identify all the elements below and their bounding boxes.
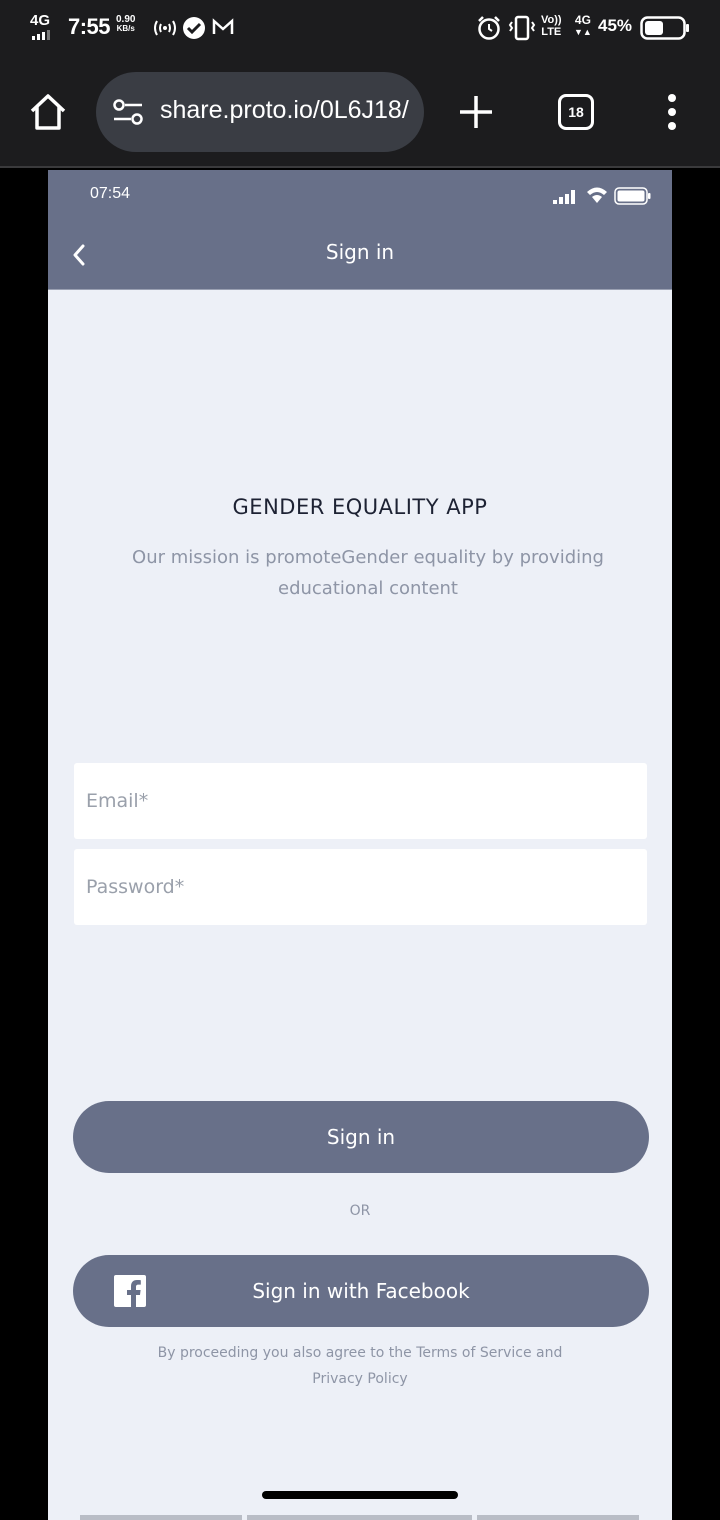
- phone-status-time: 07:54: [90, 185, 131, 202]
- home-icon[interactable]: [28, 92, 68, 132]
- data-network-label: 4G: [574, 13, 591, 27]
- email-field[interactable]: [74, 763, 647, 839]
- net-speed-value: 0.90: [116, 14, 136, 25]
- system-status-bar: 4G 7:55 0.90 KB/s Vo)) LTE 4G ▼▲ 45%: [0, 0, 720, 56]
- check-circle-icon: [183, 17, 205, 39]
- or-divider-text: OR: [349, 1203, 371, 1219]
- cellular-signal-icon: [553, 190, 575, 204]
- phone-status-bar: 07:54: [48, 170, 672, 220]
- system-time: 7:55: [68, 14, 111, 39]
- signal-bars-icon: [32, 30, 50, 40]
- page-title: Sign in: [325, 240, 395, 264]
- sign-in-button[interactable]: Sign in: [73, 1101, 649, 1173]
- browser-toolbar: share.proto.io/0L6J18/ 18: [0, 56, 720, 168]
- url-text[interactable]: share.proto.io/0L6J18/: [160, 96, 422, 125]
- tabs-count-button[interactable]: 18: [558, 94, 594, 130]
- network-speed: 0.90 KB/s: [116, 14, 136, 34]
- facebook-icon: [114, 1275, 146, 1307]
- bottom-divider: [477, 1515, 639, 1520]
- more-menu-icon[interactable]: [664, 94, 680, 130]
- battery-icon: [640, 16, 689, 40]
- facebook-button-label: Sign in with Facebook: [252, 1279, 470, 1303]
- battery-percent: 45%: [598, 16, 633, 35]
- bottom-divider: [80, 1515, 242, 1520]
- app-title: GENDER EQUALITY APP: [232, 495, 488, 519]
- app-mission-text: Our mission is promoteGender equality by…: [132, 547, 604, 599]
- terms-text: By proceeding you also agree to the Term…: [157, 1345, 563, 1387]
- prototype-screen: 07:54 Sign in GENDER EQUALITY APP Our mi…: [48, 170, 672, 1520]
- wifi-icon: [587, 187, 607, 203]
- new-tab-icon[interactable]: [458, 94, 494, 130]
- data-network-indicator: 4G ▼▲: [574, 13, 592, 37]
- alarm-icon: [478, 16, 500, 40]
- vibrate-icon: [508, 15, 536, 41]
- volte-top: Vo)): [541, 14, 562, 26]
- volte-indicator: Vo)) LTE: [541, 14, 562, 38]
- screen-header: Sign in: [48, 220, 672, 290]
- site-settings-icon[interactable]: [112, 98, 144, 126]
- hotspot-icon: [154, 20, 176, 36]
- facebook-sign-in-button[interactable]: Sign in with Facebook: [73, 1255, 649, 1327]
- password-field[interactable]: [74, 849, 647, 925]
- phone-battery-icon: [614, 187, 651, 205]
- bottom-divider: [247, 1515, 472, 1520]
- network-type-label: 4G: [30, 12, 51, 29]
- sign-in-button-label: Sign in: [326, 1125, 396, 1149]
- home-indicator[interactable]: [262, 1491, 458, 1499]
- gmail-icon: [212, 18, 234, 34]
- volte-bottom: LTE: [541, 26, 562, 38]
- address-bar[interactable]: share.proto.io/0L6J18/: [96, 72, 424, 152]
- net-speed-unit: KB/s: [116, 24, 135, 33]
